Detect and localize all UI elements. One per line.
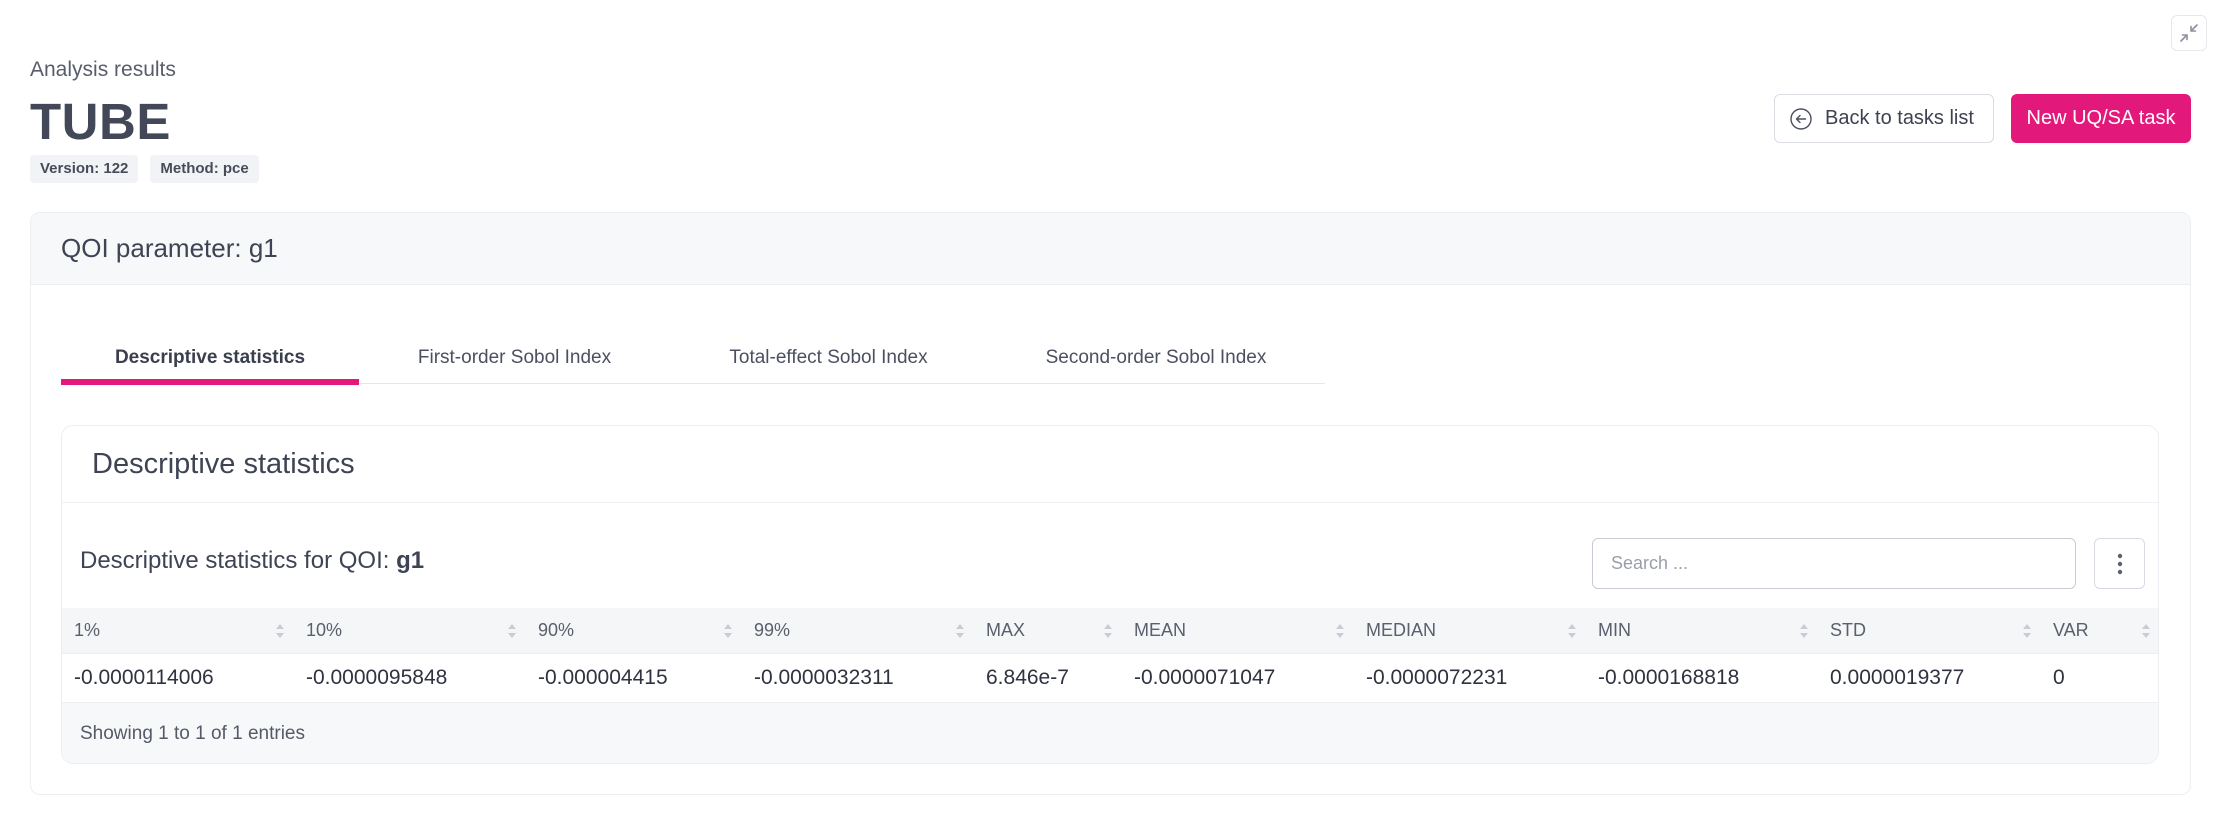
column-header[interactable]: MAX bbox=[974, 608, 1122, 654]
sort-icon bbox=[276, 624, 284, 638]
column-header-label: MEDIAN bbox=[1366, 619, 1437, 640]
table-header-row: 1% 10% 90% 99% MAX MEAN MEDIAN MIN STD VAR bbox=[62, 608, 2158, 654]
arrow-left-circle-icon bbox=[1790, 107, 1812, 130]
sort-icon bbox=[1104, 624, 1112, 638]
sort-icon bbox=[956, 624, 964, 638]
table-cell: -0.0000072231 bbox=[1366, 665, 1508, 689]
column-header[interactable]: MEAN bbox=[1122, 608, 1354, 654]
column-header-label: 1% bbox=[74, 619, 101, 640]
qoi-card-header: QOI parameter: g1 bbox=[31, 213, 2190, 285]
table-title-prefix: Descriptive statistics for QOI: bbox=[80, 547, 397, 574]
badge-group: Version: 122 Method: pce bbox=[30, 155, 259, 183]
sort-icon bbox=[508, 624, 516, 638]
sort-icon bbox=[1336, 624, 1344, 638]
tab-first-order-sobol[interactable]: First-order Sobol Index bbox=[359, 331, 670, 384]
table-row: -0.0000114006 -0.0000095848 -0.000004415 -0… bbox=[62, 653, 2158, 702]
new-task-button-label: New UQ/SA task bbox=[2026, 107, 2176, 129]
table-options-button[interactable] bbox=[2094, 538, 2145, 589]
qoi-card-title: QOI parameter: g1 bbox=[61, 233, 278, 263]
tab-bar: Descriptive statistics First-order Sobol… bbox=[61, 331, 1325, 385]
table-cell: 6.846e-7 bbox=[986, 665, 1069, 689]
analysis-results-page: Analysis results TUBE Version: 122 Metho… bbox=[0, 0, 2220, 830]
method-badge: Method: pce bbox=[150, 155, 259, 183]
column-header[interactable]: 90% bbox=[526, 608, 742, 654]
tab-descriptive-statistics[interactable]: Descriptive statistics bbox=[61, 331, 359, 385]
column-header[interactable]: 1% bbox=[62, 608, 294, 654]
table-cell: -0.0000168818 bbox=[1598, 665, 1740, 689]
sort-icon bbox=[2023, 624, 2031, 638]
column-header[interactable]: 10% bbox=[294, 608, 526, 654]
page-title: TUBE bbox=[30, 93, 171, 150]
column-header-label: MAX bbox=[986, 619, 1026, 640]
tab-total-effect-sobol[interactable]: Total-effect Sobol Index bbox=[670, 331, 987, 384]
column-header[interactable]: VAR bbox=[2041, 608, 2158, 654]
sort-icon bbox=[2142, 624, 2150, 638]
table-cell: -0.0000095848 bbox=[306, 665, 448, 689]
table-title-qoi: g1 bbox=[396, 547, 425, 574]
table-cell: 0 bbox=[2053, 665, 2065, 689]
page-eyebrow: Analysis results bbox=[30, 58, 176, 81]
column-header-label: 10% bbox=[306, 619, 343, 640]
table-footer: Showing 1 to 1 of 1 entries bbox=[62, 702, 2158, 763]
more-vertical-icon bbox=[2117, 553, 2122, 574]
column-header-label: STD bbox=[1830, 619, 1866, 640]
table-cell: -0.0000071047 bbox=[1134, 665, 1276, 689]
table-cell: -0.0000032311 bbox=[754, 665, 894, 689]
table-cell: -0.0000114006 bbox=[74, 665, 214, 689]
column-header-label: MIN bbox=[1598, 619, 1631, 640]
collapse-button[interactable] bbox=[2171, 15, 2207, 51]
column-header-label: 99% bbox=[754, 619, 791, 640]
back-button-label: Back to tasks list bbox=[1825, 107, 1974, 129]
entries-info: Showing 1 to 1 of 1 entries bbox=[80, 722, 305, 744]
statistics-table: 1% 10% 90% 99% MAX MEAN MEDIAN MIN STD VAR -0.000… bbox=[62, 608, 2158, 703]
new-task-button[interactable]: New UQ/SA task bbox=[2011, 94, 2191, 143]
table-cell: 0.0000019377 bbox=[1830, 665, 1965, 689]
back-to-tasks-button[interactable]: Back to tasks list bbox=[1774, 94, 1994, 143]
column-header[interactable]: 99% bbox=[742, 608, 974, 654]
column-header[interactable]: MEDIAN bbox=[1354, 608, 1586, 654]
collapse-icon bbox=[2180, 24, 2198, 42]
panel-title: Descriptive statistics bbox=[62, 426, 2158, 503]
sort-icon bbox=[1800, 624, 1808, 638]
qoi-card: QOI parameter: g1 Descriptive statistics… bbox=[30, 212, 2191, 795]
column-header-label: VAR bbox=[2053, 619, 2089, 640]
column-header[interactable]: STD bbox=[1818, 608, 2041, 654]
table-cell: -0.000004415 bbox=[538, 665, 668, 689]
column-header-label: MEAN bbox=[1134, 619, 1187, 640]
column-header-label: 90% bbox=[538, 619, 575, 640]
sort-icon bbox=[724, 624, 732, 638]
search-input[interactable] bbox=[1592, 538, 2076, 589]
table-toolbar: Descriptive statistics for QOI: g1 bbox=[62, 503, 2158, 608]
sort-icon bbox=[1568, 624, 1576, 638]
version-badge: Version: 122 bbox=[30, 155, 139, 183]
tab-second-order-sobol[interactable]: Second-order Sobol Index bbox=[987, 331, 1325, 384]
table-title: Descriptive statistics for QOI: g1 bbox=[80, 547, 424, 575]
column-header[interactable]: MIN bbox=[1586, 608, 1818, 654]
descriptive-statistics-panel: Descriptive statistics Descriptive stati… bbox=[61, 425, 2159, 764]
